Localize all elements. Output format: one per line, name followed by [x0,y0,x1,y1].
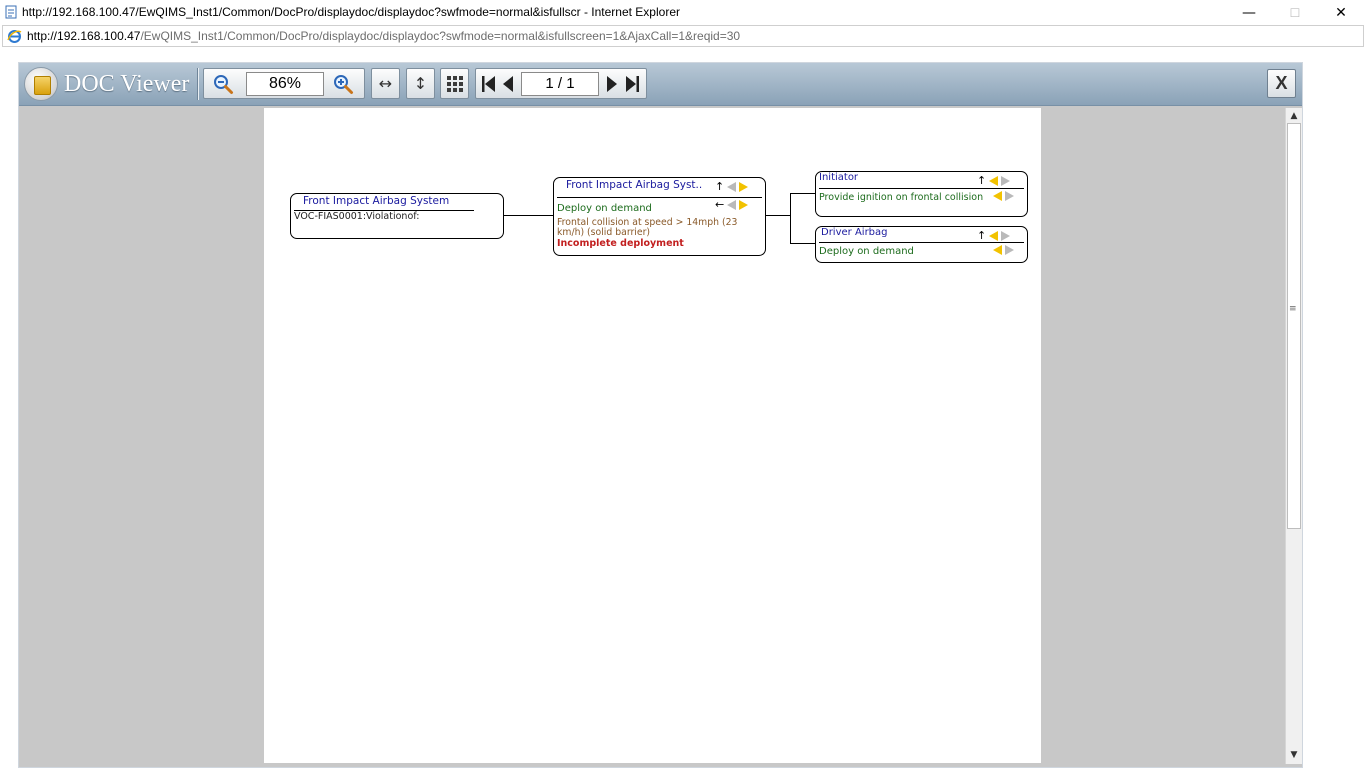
next-arrow-icon[interactable] [1001,175,1011,186]
previous-arrow-icon[interactable] [993,245,1002,255]
driver-airbag-title: Driver Airbag [821,227,888,238]
zoom-in-icon[interactable] [332,73,356,95]
next-page-icon[interactable] [605,75,619,93]
next-arrow-icon[interactable] [1001,230,1011,241]
connector-line [790,193,791,244]
scroll-up-arrow-icon[interactable]: ▲ [1286,108,1302,124]
next-arrow-icon[interactable] [739,199,749,210]
document-icon [5,5,17,19]
scrollbar-thumb[interactable] [1287,123,1301,529]
connector-line [766,215,790,216]
root-node-front-impact-airbag-system[interactable]: Front Impact Airbag System VOC-FIAS0001:… [290,193,504,239]
root-node-text: VOC-FIAS0001:Violationof: [294,211,420,222]
doc-viewer: DOC Viewer 86% ↔ ↕ 1 / 1 X Front Impact … [18,62,1303,768]
previous-arrow-icon[interactable] [989,230,999,241]
middle-node-condition: Frontal collision at speed > 14mph (23 k… [557,217,738,238]
maximize-button[interactable]: ☐ [1272,0,1318,25]
previous-arrow-icon[interactable] [993,191,1002,201]
middle-node-function-controls: ← [715,198,749,211]
vertical-scrollbar[interactable]: ▲ ≡ ▼ [1285,108,1302,764]
zoom-level-input[interactable]: 86% [246,72,324,96]
internet-explorer-icon [7,30,22,43]
child-node-initiator[interactable]: Initiator ↑ Provide ignition on frontal … [815,171,1028,217]
close-window-button[interactable]: ✕ [1318,0,1364,25]
driver-airbag-divider [819,242,1024,243]
fit-height-icon: ↕ [413,74,428,93]
initiator-title-controls: ↑ [977,174,1011,187]
up-arrow-icon[interactable]: ↑ [977,174,986,187]
connector-line [790,193,815,194]
driver-airbag-title-controls: ↑ [977,229,1011,242]
next-arrow-icon[interactable] [1005,245,1014,255]
fit-height-button[interactable]: ↕ [406,68,435,99]
child-node-driver-airbag[interactable]: Driver Airbag ↑ Deploy on demand [815,226,1028,263]
connector-line [790,243,815,244]
address-path: /EwQIMS_Inst1/Common/DocPro/displaydoc/d… [140,29,741,43]
initiator-divider [819,188,1024,189]
middle-node-front-impact-airbag-syst[interactable]: Front Impact Airbag Syst.. ↑ Deploy on d… [553,177,766,256]
driver-airbag-function-controls [993,245,1014,255]
window-title: http://192.168.100.47/EwQIMS_Inst1/Commo… [22,5,680,19]
browser-title-bar: http://192.168.100.47/EwQIMS_Inst1/Commo… [0,0,1366,25]
viewer-toolbar: DOC Viewer 86% ↔ ↕ 1 / 1 X [19,63,1302,106]
up-arrow-icon[interactable]: ↑ [977,229,986,242]
address-url[interactable]: http://192.168.100.47/EwQIMS_Inst1/Commo… [27,29,740,43]
minimize-button[interactable]: — [1226,0,1272,25]
previous-arrow-icon[interactable] [727,199,737,210]
page-number-input[interactable]: 1 / 1 [521,72,599,96]
previous-arrow-icon[interactable] [989,175,999,186]
left-arrow-icon[interactable]: ← [715,198,724,211]
address-host: http://192.168.100.47 [27,29,141,43]
viewer-title: DOC Viewer [64,71,190,97]
middle-node-title-controls: ↑ [715,180,749,193]
close-viewer-button[interactable]: X [1267,69,1296,98]
root-node-title: Front Impact Airbag System [303,195,450,207]
initiator-title: Initiator [819,172,859,183]
next-arrow-icon[interactable] [739,181,749,192]
middle-node-function: Deploy on demand [557,203,652,214]
thumbnails-button[interactable] [440,68,469,99]
driver-airbag-function: Deploy on demand [819,246,914,257]
connector-line [504,215,553,216]
last-page-icon[interactable] [624,75,640,93]
initiator-function: Provide ignition on frontal collision [819,192,984,203]
middle-node-failure: Incomplete deployment [557,238,684,249]
first-page-icon[interactable] [481,75,497,93]
next-arrow-icon[interactable] [1005,191,1014,201]
middle-node-title: Front Impact Airbag Syst.. [566,179,703,191]
page-navigation: 1 / 1 [475,68,647,99]
doc-viewer-logo-icon [24,67,58,101]
scrollbar-grip-icon: ≡ [1289,304,1297,314]
toolbar-divider [197,68,199,100]
document-page: Front Impact Airbag System VOC-FIAS0001:… [264,108,1041,763]
up-arrow-icon[interactable]: ↑ [715,180,724,193]
fit-width-icon: ↔ [378,74,393,93]
fit-width-button[interactable]: ↔ [371,68,400,99]
address-bar[interactable]: http://192.168.100.47/EwQIMS_Inst1/Commo… [2,25,1364,47]
initiator-function-controls [993,191,1014,201]
grid-icon [446,75,463,92]
scroll-down-arrow-icon[interactable]: ▼ [1286,747,1302,763]
zoom-controls: 86% [203,68,365,99]
previous-arrow-icon[interactable] [727,181,737,192]
previous-page-icon[interactable] [501,75,515,93]
zoom-out-icon[interactable] [212,73,236,95]
